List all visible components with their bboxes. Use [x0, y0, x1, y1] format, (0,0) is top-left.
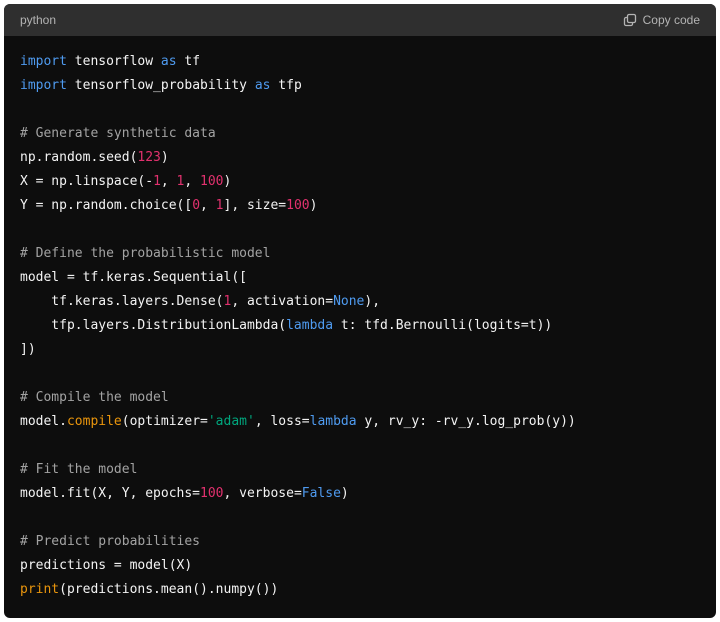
copy-code-label: Copy code	[642, 13, 700, 27]
code-token: compile	[66, 414, 122, 429]
code-block: python Copy code import tensorflow as tf…	[4, 4, 716, 618]
code-token: tensorflow	[66, 54, 161, 69]
code-token: Y = np.random.choice([	[20, 198, 193, 213]
language-label: python	[20, 13, 57, 27]
code-line: tf.keras.layers.Dense(1, activation=None…	[20, 290, 700, 314]
code-token: )	[309, 198, 318, 213]
code-token: as	[160, 54, 177, 69]
code-token: as	[254, 78, 271, 93]
code-token: (optimizer=	[121, 414, 208, 429]
code-token: # Fit the model	[20, 462, 138, 477]
code-token: False	[301, 486, 341, 501]
code-token: , verbose=	[223, 486, 302, 501]
code-token: 1	[215, 198, 224, 213]
code-line: predictions = model(X)	[20, 554, 700, 578]
code-line: np.random.seed(123)	[20, 146, 700, 170]
code-token: 'adam'	[207, 414, 255, 429]
code-line: model = tf.keras.Sequential([	[20, 266, 700, 290]
code-token: X = np.linspace(-	[20, 174, 154, 189]
code-token: ], size=	[223, 198, 287, 213]
code-token: ])	[20, 342, 36, 357]
code-line: # Predict probabilities	[20, 530, 700, 554]
code-token: 0	[192, 198, 201, 213]
code-token: t: tfd.Bernoulli(logits=t))	[333, 318, 553, 333]
code-token: , activation=	[231, 294, 334, 309]
code-token: tensorflow_probability	[66, 78, 255, 93]
code-line: tfp.layers.DistributionLambda(lambda t: …	[20, 314, 700, 338]
code-line: import tensorflow_probability as tfp	[20, 74, 700, 98]
code-line: # Define the probabilistic model	[20, 242, 700, 266]
code-token: model.fit(X, Y, epochs=	[20, 486, 201, 501]
code-line: Y = np.random.choice([0, 1], size=100)	[20, 194, 700, 218]
code-line: # Generate synthetic data	[20, 122, 700, 146]
copy-code-button[interactable]: Copy code	[623, 13, 700, 27]
code-line: import tensorflow as tf	[20, 50, 700, 74]
code-token: import	[20, 78, 67, 93]
code-token: 100	[200, 174, 224, 189]
code-token: lambda	[309, 414, 357, 429]
code-line: X = np.linspace(-1, 1, 100)	[20, 170, 700, 194]
code-header: python Copy code	[4, 4, 716, 36]
code-token: )	[160, 150, 169, 165]
code-line: print(predictions.mean().numpy())	[20, 578, 700, 602]
code-token: ,	[160, 174, 177, 189]
code-token: model.	[20, 414, 67, 429]
code-token: 100	[286, 198, 310, 213]
code-token: 123	[137, 150, 161, 165]
copy-icon	[623, 13, 637, 27]
code-token: 100	[200, 486, 224, 501]
code-token: # Predict probabilities	[20, 534, 201, 549]
code-token: )	[340, 486, 349, 501]
code-line: # Fit the model	[20, 458, 700, 482]
code-token: tfp	[270, 78, 302, 93]
code-token: ),	[364, 294, 381, 309]
code-line: model.compile(optimizer='adam', loss=lam…	[20, 410, 700, 434]
code-line: ])	[20, 338, 700, 362]
code-token: , loss=	[254, 414, 310, 429]
code-line: model.fit(X, Y, epochs=100, verbose=Fals…	[20, 482, 700, 506]
code-token: predictions = model(X)	[20, 558, 193, 573]
code-token: ,	[184, 174, 201, 189]
code-token: # Define the probabilistic model	[20, 246, 271, 261]
code-token: # Compile the model	[20, 390, 169, 405]
code-token: tf	[176, 54, 201, 69]
code-token: ,	[200, 198, 216, 213]
code-token: )	[223, 174, 232, 189]
code-token: 1	[153, 174, 161, 189]
code-token: # Generate synthetic data	[20, 126, 216, 141]
code-token: import	[20, 54, 67, 69]
code-token: np.random.seed(	[20, 150, 138, 165]
code-content[interactable]: import tensorflow as tf import tensorflow…	[4, 36, 716, 602]
code-token: print	[20, 582, 60, 597]
code-token: tf.keras.layers.Dense(	[20, 294, 224, 309]
code-token: lambda	[286, 318, 334, 333]
code-token: y, rv_y: -rv_y.log_prob(y))	[356, 414, 576, 429]
code-token: (predictions.mean().numpy())	[59, 582, 279, 597]
code-token: model = tf.keras.Sequential([	[20, 270, 247, 285]
code-token: tfp.layers.DistributionLambda(	[20, 318, 287, 333]
code-line: # Compile the model	[20, 386, 700, 410]
code-token: None	[333, 294, 365, 309]
